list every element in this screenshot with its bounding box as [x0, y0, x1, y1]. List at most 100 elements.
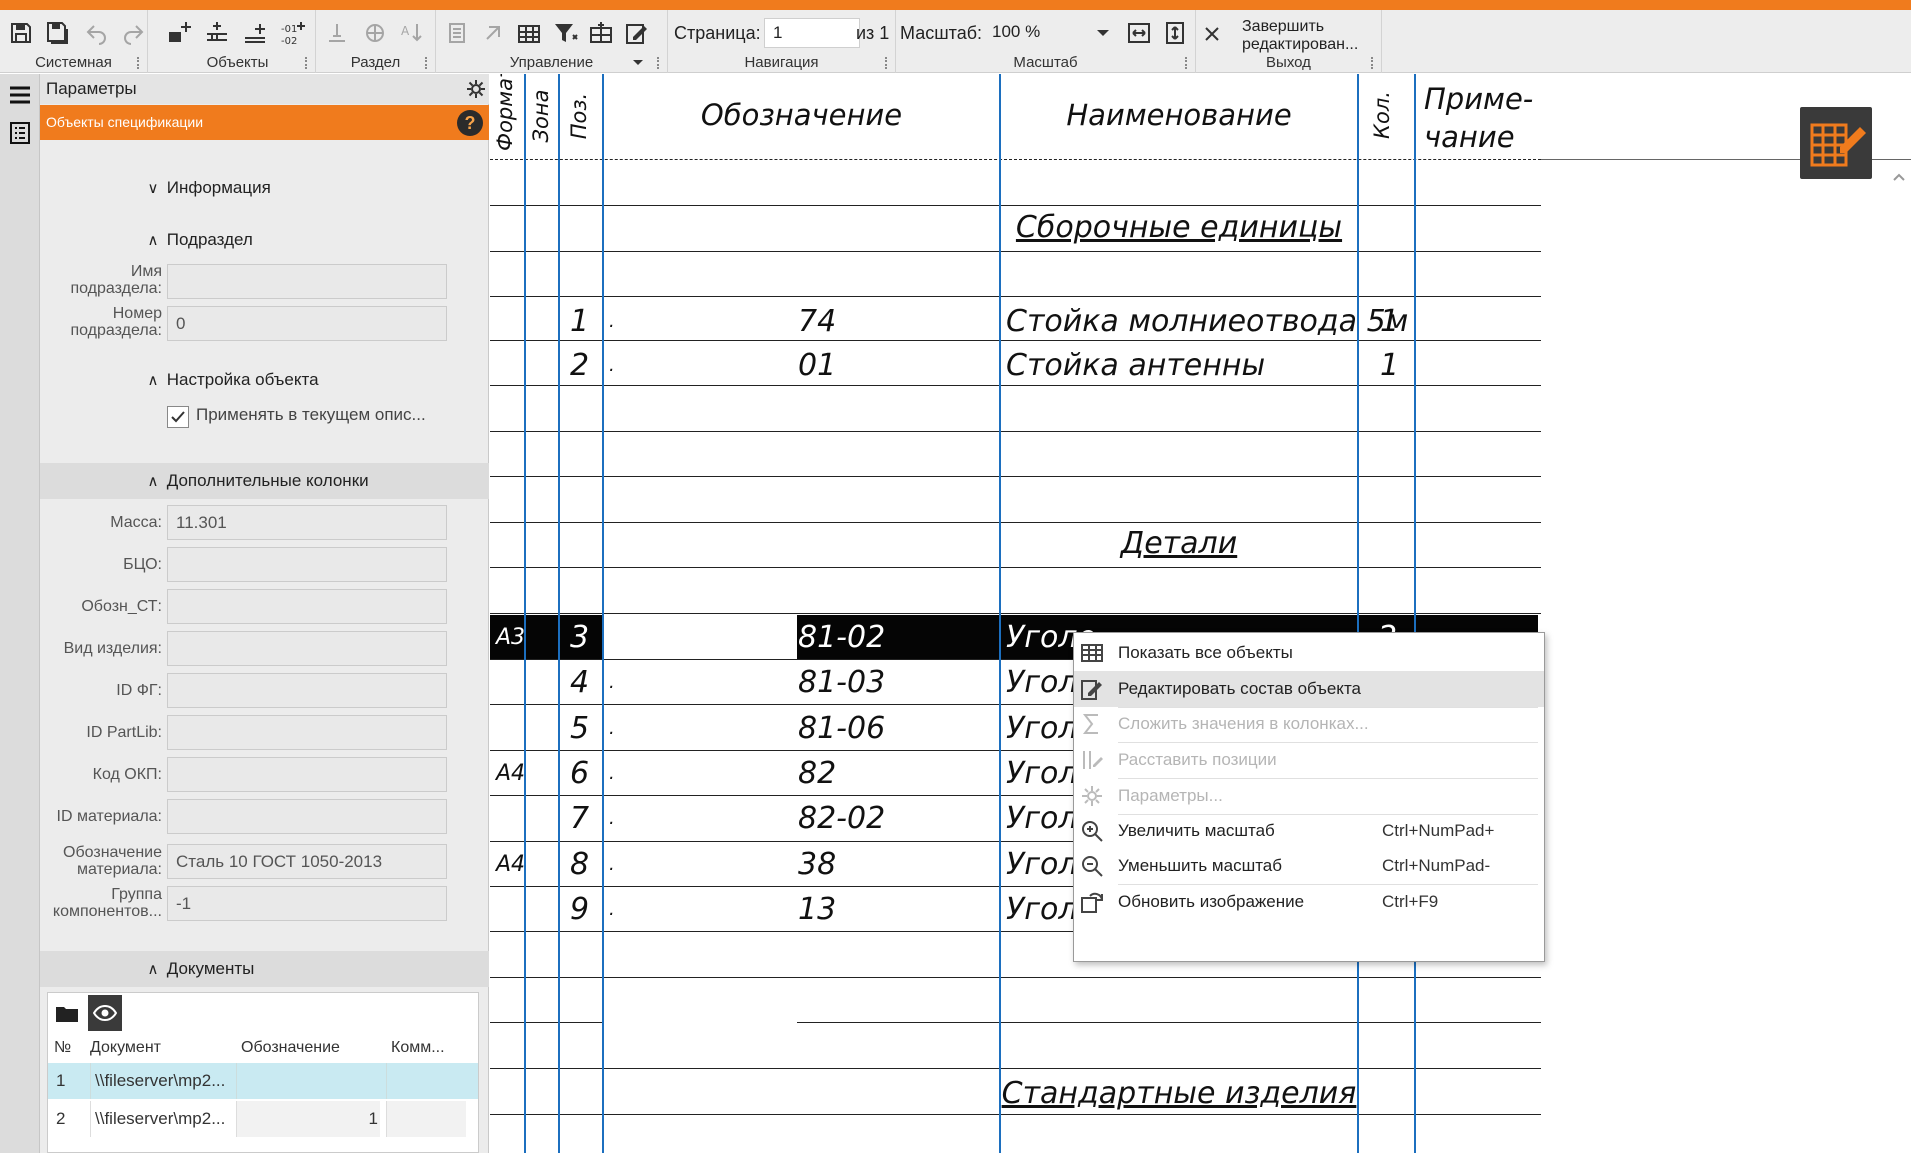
toolbar-grip[interactable] [885, 57, 889, 69]
apply-checkbox[interactable] [167, 406, 189, 428]
col-header-comment[interactable]: Комм... [391, 1039, 445, 1057]
page-input[interactable]: 1 [764, 18, 860, 48]
mask-row-line [604, 931, 797, 932]
extra-field-input[interactable] [167, 589, 447, 624]
parameters-panel: Параметры Объекты спецификации ? ∨ Инфор… [40, 74, 489, 1153]
edit-composition-button[interactable] [620, 16, 654, 50]
columns-button[interactable] [584, 16, 618, 50]
mask-row-line [604, 296, 797, 297]
redo-button[interactable] [116, 16, 150, 50]
row-pos: 9 [570, 892, 590, 927]
toolbar-grip[interactable] [305, 57, 309, 69]
label-line: Группа [111, 886, 162, 903]
row-format: А4 [496, 852, 526, 877]
edit-spec-button[interactable] [1800, 107, 1872, 179]
spec-tree-button[interactable] [3, 116, 37, 150]
toolbar-group-control: Управление [436, 10, 668, 73]
context-menu-item[interactable]: Уменьшить масштаб Ctrl+NumPad- [1074, 848, 1544, 884]
undo-icon [86, 25, 106, 45]
section-tool-2-button[interactable] [358, 16, 392, 50]
row-pos: 4 [570, 665, 590, 700]
dropdown-icon[interactable] [632, 59, 644, 67]
header-note-line: Приме- [1424, 82, 1534, 116]
context-menu-item[interactable]: Редактировать состав объекта [1074, 671, 1544, 707]
add-row-icon [245, 24, 265, 43]
add-section-button[interactable] [200, 16, 234, 50]
section-subsection-toggle[interactable]: ∧ Подраздел [144, 228, 253, 252]
extra-field-input[interactable] [167, 547, 447, 582]
mask-row-line [604, 659, 797, 660]
chevron-down-icon[interactable] [1096, 29, 1110, 38]
doc-number: 1 [56, 1071, 66, 1090]
section-extra-columns-toggle[interactable]: ∧ Дополнительные колонки [144, 469, 369, 493]
col-header-document[interactable]: Документ [90, 1039, 161, 1057]
context-menu-item[interactable]: Расставить позиции [1074, 742, 1544, 778]
extra-field-input[interactable] [167, 757, 447, 792]
section-object-settings-toggle[interactable]: ∧ Настройка объекта [144, 368, 319, 392]
save-button[interactable] [4, 16, 38, 50]
section-subsection-label: Подраздел [166, 230, 253, 249]
table-row[interactable]: 2 \\fileserver\mp2... 1 [48, 1101, 478, 1137]
menu-button[interactable] [3, 78, 37, 112]
context-menu-item[interactable]: Увеличить масштаб Ctrl+NumPad+ [1074, 813, 1544, 849]
mask-row-line [604, 522, 797, 523]
view-document-button[interactable] [88, 995, 122, 1031]
row-pos: 1 [570, 304, 590, 339]
panel-subtitle-text: Объекты спецификации [46, 114, 204, 130]
context-menu-item[interactable]: Показать все объекты [1074, 635, 1544, 671]
section-documents-toggle[interactable]: ∧ Документы [144, 957, 255, 981]
toolbar-grip[interactable] [1185, 57, 1189, 69]
toolbar-grip[interactable] [425, 57, 429, 69]
settings-gear-icon[interactable] [466, 79, 486, 99]
mask-row-line [604, 385, 797, 386]
show-objects-button[interactable] [512, 16, 546, 50]
fit-height-button[interactable] [1158, 16, 1192, 50]
mask-row-line [604, 613, 797, 614]
extra-field-input[interactable]: 11.301 [167, 505, 447, 540]
undo-button[interactable] [80, 16, 114, 50]
scale-select[interactable]: 100 % [984, 18, 1108, 48]
context-menu-item[interactable]: Параметры... [1074, 778, 1544, 814]
toolbar-grip[interactable] [657, 57, 661, 69]
group-field[interactable]: -1 [167, 886, 447, 921]
help-icon[interactable]: ? [457, 110, 483, 136]
mask-row-line [604, 750, 797, 751]
extra-field-input[interactable] [167, 631, 447, 666]
section-tool-1-button[interactable] [320, 16, 354, 50]
context-menu-item-shortcut: Ctrl+NumPad- [1382, 856, 1491, 875]
extra-field-input[interactable] [167, 673, 447, 708]
extra-field-input[interactable] [167, 715, 447, 750]
col-header-designation[interactable]: Обозначение [241, 1039, 340, 1057]
section-info-toggle[interactable]: ∨ Информация [144, 176, 271, 200]
col-header-number[interactable]: № [54, 1039, 71, 1057]
extra-field-input[interactable] [167, 799, 447, 834]
mask-row-line [604, 476, 797, 477]
subsection-number-field[interactable]: 0 [167, 306, 447, 341]
row-designation: 38 [798, 847, 837, 882]
table-row[interactable]: 1 \\fileserver\mp2... [48, 1063, 478, 1099]
add-row-button[interactable] [238, 16, 272, 50]
filter-button[interactable] [548, 16, 582, 50]
toolbar-grip[interactable] [1371, 57, 1375, 69]
doc-designation: 1 [236, 1101, 380, 1137]
open-folder-button[interactable] [50, 996, 84, 1030]
control-tool-2-button[interactable] [476, 16, 510, 50]
subsection-name-field[interactable] [167, 264, 447, 299]
add-object-button[interactable] [162, 16, 196, 50]
sort-button[interactable]: A [394, 16, 428, 50]
doc-comment [386, 1101, 466, 1137]
context-menu-item[interactable]: Сложить значения в колонках... [1074, 706, 1544, 742]
save-all-button[interactable] [40, 16, 74, 50]
material-field[interactable]: Сталь 10 ГОСТ 1050-2013 [167, 844, 447, 879]
finish-editing-button[interactable]: Завершить редактирован... [1200, 16, 1370, 54]
numbering-button[interactable]: -01 -02 [276, 16, 310, 50]
fit-width-button[interactable] [1122, 16, 1156, 50]
section-title-details: Детали [1120, 526, 1238, 561]
control-tool-1-button[interactable] [440, 16, 474, 50]
scroll-up-icon[interactable] [1892, 170, 1906, 184]
designation-dot: . [609, 854, 615, 875]
row-line [490, 1114, 1541, 1115]
context-menu-item-label: Параметры... [1118, 786, 1223, 805]
toolbar-grip[interactable] [137, 57, 141, 69]
context-menu-item[interactable]: Обновить изображение Ctrl+F9 [1074, 884, 1544, 920]
